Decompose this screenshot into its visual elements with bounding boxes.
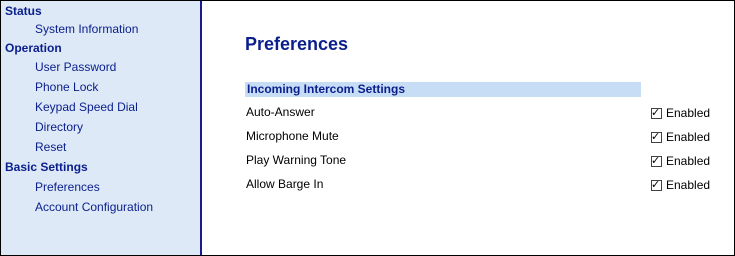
checkmark-icon: ✓ — [651, 130, 661, 143]
play-warning-tone-checkbox[interactable]: ✓ Enabled — [651, 154, 710, 168]
auto-answer-checkbox[interactable]: ✓ Enabled — [651, 106, 710, 120]
sidebar-item-directory[interactable]: Directory — [35, 120, 83, 134]
nav-section-status: Status — [5, 4, 42, 18]
play-warning-tone-enabled-label: Enabled — [666, 154, 711, 168]
checkbox-box[interactable]: ✓ — [651, 178, 662, 191]
sidebar-nav: Status System Information Operation User… — [1, 1, 202, 255]
sidebar-item-account-configuration[interactable]: Account Configuration — [35, 200, 153, 214]
checkbox-box[interactable]: ✓ — [651, 130, 662, 143]
allow-barge-in-checkbox[interactable]: ✓ Enabled — [651, 178, 710, 192]
sidebar-item-system-information[interactable]: System Information — [35, 22, 138, 36]
section-header-bar: Incoming Intercom Settings — [245, 82, 641, 97]
page-title: Preferences — [245, 34, 349, 54]
play-warning-tone-label: Play Warning Tone — [246, 153, 347, 167]
auto-answer-enabled-label: Enabled — [666, 106, 711, 120]
nav-section-basic-settings: Basic Settings — [5, 160, 88, 174]
section-header-title: Incoming Intercom Settings — [247, 82, 406, 96]
checkmark-icon: ✓ — [651, 106, 661, 119]
auto-answer-label: Auto-Answer — [246, 105, 315, 119]
checkmark-icon: ✓ — [651, 178, 661, 191]
sidebar-item-reset[interactable]: Reset — [35, 140, 66, 154]
checkmark-icon: ✓ — [651, 154, 661, 167]
page-frame: Status System Information Operation User… — [0, 0, 735, 256]
microphone-mute-checkbox[interactable]: ✓ Enabled — [651, 130, 710, 144]
sidebar-item-user-password[interactable]: User Password — [35, 60, 116, 74]
sidebar-item-preferences[interactable]: Preferences — [35, 180, 100, 194]
checkbox-box[interactable]: ✓ — [651, 154, 662, 167]
allow-barge-in-enabled-label: Enabled — [666, 178, 711, 192]
sidebar-item-phone-lock[interactable]: Phone Lock — [35, 80, 98, 94]
sidebar-item-keypad-speed-dial[interactable]: Keypad Speed Dial — [35, 100, 138, 114]
nav-section-operation: Operation — [5, 41, 62, 55]
microphone-mute-label: Microphone Mute — [246, 129, 339, 143]
checkbox-box[interactable]: ✓ — [651, 106, 662, 119]
microphone-mute-enabled-label: Enabled — [666, 130, 711, 144]
allow-barge-in-label: Allow Barge In — [246, 177, 324, 191]
